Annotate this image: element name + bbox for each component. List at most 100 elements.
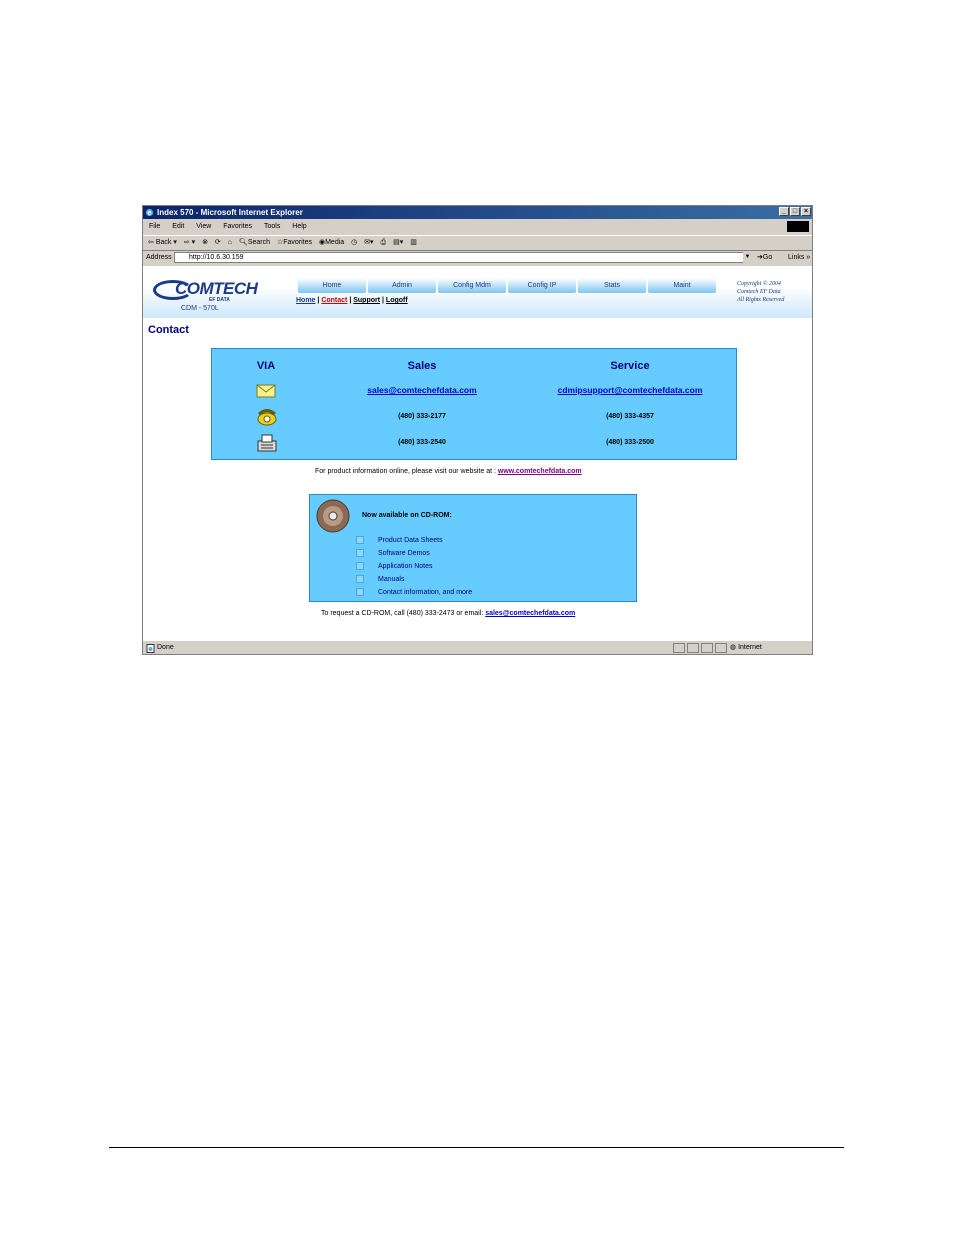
- cdrom-item: Contact information, and more: [356, 588, 472, 596]
- nav-tabs: Home Admin Config Mdm Config IP Stats Ma…: [298, 278, 716, 293]
- edit-icon[interactable]: ▤▾: [393, 239, 403, 246]
- status-segment: [687, 643, 699, 653]
- web-page: COMTECH EF DATA CDM - 570L Home Admin Co…: [143, 266, 812, 640]
- refresh-icon[interactable]: ⟳: [215, 239, 221, 246]
- links-label: Links: [788, 254, 805, 261]
- menu-help[interactable]: Help: [292, 223, 306, 230]
- search-label: Search: [247, 239, 270, 246]
- stop-icon[interactable]: ⊗: [202, 239, 208, 246]
- toolbar: ⇦ Back ▾ ⇨ ▾ ⊗ ⟳ ⌂ 🔍︎Search ☆Favorites ◉…: [143, 235, 812, 251]
- back-label: Back: [155, 239, 172, 246]
- print-icon[interactable]: ⎙: [381, 239, 387, 246]
- status-segment: [673, 643, 685, 653]
- go-button[interactable]: ➔Go: [757, 251, 772, 265]
- links-button[interactable]: Links »: [788, 251, 810, 265]
- status-segment: [715, 643, 727, 653]
- history-icon[interactable]: ◷: [351, 239, 357, 246]
- menu-favorites[interactable]: Favorites: [223, 223, 252, 230]
- bullet-icon: [356, 575, 364, 583]
- page-header: COMTECH EF DATA CDM - 570L Home Admin Co…: [143, 266, 812, 318]
- minimize-button[interactable]: _: [779, 207, 789, 216]
- media-label: Media: [325, 239, 345, 246]
- home-icon[interactable]: ⌂: [228, 239, 232, 246]
- sales-phone: (480) 333-2177: [398, 413, 446, 420]
- menu-edit[interactable]: Edit: [172, 223, 184, 230]
- go-label: Go: [762, 254, 773, 261]
- contact-table: VIA Sales Service sales@comtechefdata.co…: [211, 348, 737, 460]
- menu-file[interactable]: File: [149, 223, 160, 230]
- tab-config-ip[interactable]: Config IP: [508, 278, 576, 293]
- menu-tools[interactable]: Tools: [264, 223, 280, 230]
- status-bar: Done ◍ Internet: [143, 640, 812, 654]
- phone-icon: [257, 409, 277, 426]
- link-support[interactable]: Support: [353, 297, 380, 304]
- visit-label: For product information online, please v…: [315, 468, 496, 475]
- tab-stats[interactable]: Stats: [578, 278, 646, 293]
- copyright-line-1: Copyright © 2004: [737, 281, 781, 287]
- cdrom-item-label: Contact information, and more: [378, 588, 473, 596]
- cd-icon: [316, 499, 350, 533]
- close-button[interactable]: ×: [801, 207, 811, 216]
- logo-sub: EF DATA: [209, 297, 230, 303]
- copyright-line-2: Comtech EF Data: [737, 289, 781, 295]
- service-email-link[interactable]: cdmipsupport@comtechefdata.com: [530, 385, 730, 395]
- cdrom-item: Manuals: [356, 575, 404, 583]
- tab-admin[interactable]: Admin: [368, 278, 436, 293]
- back-button[interactable]: ⇦ Back ▾: [148, 239, 177, 246]
- bullet-icon: [356, 588, 364, 596]
- cdrom-item-label: Software Demos: [378, 549, 430, 557]
- visit-text: For product information online, please v…: [315, 468, 582, 475]
- mail-icon[interactable]: ✉▾: [364, 239, 373, 246]
- windows-logo-icon: [787, 221, 809, 232]
- status-segment: [701, 643, 713, 653]
- tab-maint[interactable]: Maint: [648, 278, 716, 293]
- cdrom-item-label: Manuals: [378, 575, 405, 583]
- cdrom-box: Now available on CD-ROM: Product Data Sh…: [309, 494, 637, 602]
- address-input[interactable]: http://10.6.30.159: [174, 252, 752, 263]
- media-button[interactable]: ◉Media: [319, 239, 344, 246]
- header-via: VIA: [256, 360, 276, 372]
- favorites-label: Favorites: [283, 239, 313, 246]
- request-text: To request a CD-ROM, call (480) 333-2473…: [321, 610, 575, 617]
- cdrom-item: Application Notes: [356, 562, 432, 570]
- tab-config-mdm[interactable]: Config Mdm: [438, 278, 506, 293]
- tab-home[interactable]: Home: [298, 278, 366, 293]
- menu-view[interactable]: View: [196, 223, 211, 230]
- ie-icon: e: [145, 208, 154, 217]
- favorites-button[interactable]: ☆Favorites: [277, 239, 312, 246]
- discuss-icon[interactable]: ▥: [410, 239, 417, 246]
- address-bar: Address http://10.6.30.159 ▼ ➔Go Links »: [143, 251, 812, 265]
- menu-bar: File Edit View Favorites Tools Help: [143, 220, 812, 233]
- bullet-icon: [356, 549, 364, 557]
- logo-word: COMTECH: [175, 279, 258, 298]
- forward-button[interactable]: ⇨ ▾: [184, 239, 195, 246]
- fax-icon: [257, 434, 277, 452]
- svg-text:e: e: [148, 208, 152, 217]
- sales-email-link[interactable]: sales@comtechefdata.com: [322, 385, 522, 395]
- cdrom-title: Now available on CD-ROM:: [362, 512, 452, 519]
- link-home[interactable]: Home: [296, 297, 315, 304]
- cdrom-item-label: Product Data Sheets: [378, 536, 443, 544]
- sub-links: Home | Contact | Support | Logoff: [296, 297, 408, 304]
- page-icon: [146, 644, 155, 653]
- cdrom-item-label: Application Notes: [378, 562, 433, 570]
- search-button[interactable]: 🔍︎Search: [239, 239, 270, 246]
- link-logoff[interactable]: Logoff: [386, 297, 408, 304]
- copyright: Copyright © 2004 Comtech EF Data All Rig…: [737, 280, 811, 304]
- envelope-icon: [256, 384, 276, 398]
- page-title: Contact: [148, 324, 189, 336]
- website-link[interactable]: www.comtechefdata.com: [498, 468, 582, 475]
- model-label: CDM - 570L: [181, 305, 219, 312]
- window-title: Index 570 - Microsoft Internet Explorer: [157, 208, 303, 217]
- title-bar[interactable]: e Index 570 - Microsoft Internet Explore…: [143, 206, 812, 219]
- cdrom-item: Software Demos: [356, 549, 430, 557]
- maximize-button[interactable]: □: [790, 207, 800, 216]
- bullet-icon: [356, 562, 364, 570]
- header-service: Service: [610, 360, 650, 372]
- header-sales: Sales: [407, 360, 437, 372]
- status-text: Done: [157, 644, 174, 651]
- request-email-link[interactable]: sales@comtechefdata.com: [485, 610, 575, 617]
- sales-fax: (480) 333-2540: [398, 439, 446, 446]
- address-dropdown-icon[interactable]: ▼: [743, 252, 752, 263]
- link-contact[interactable]: Contact: [321, 297, 347, 304]
